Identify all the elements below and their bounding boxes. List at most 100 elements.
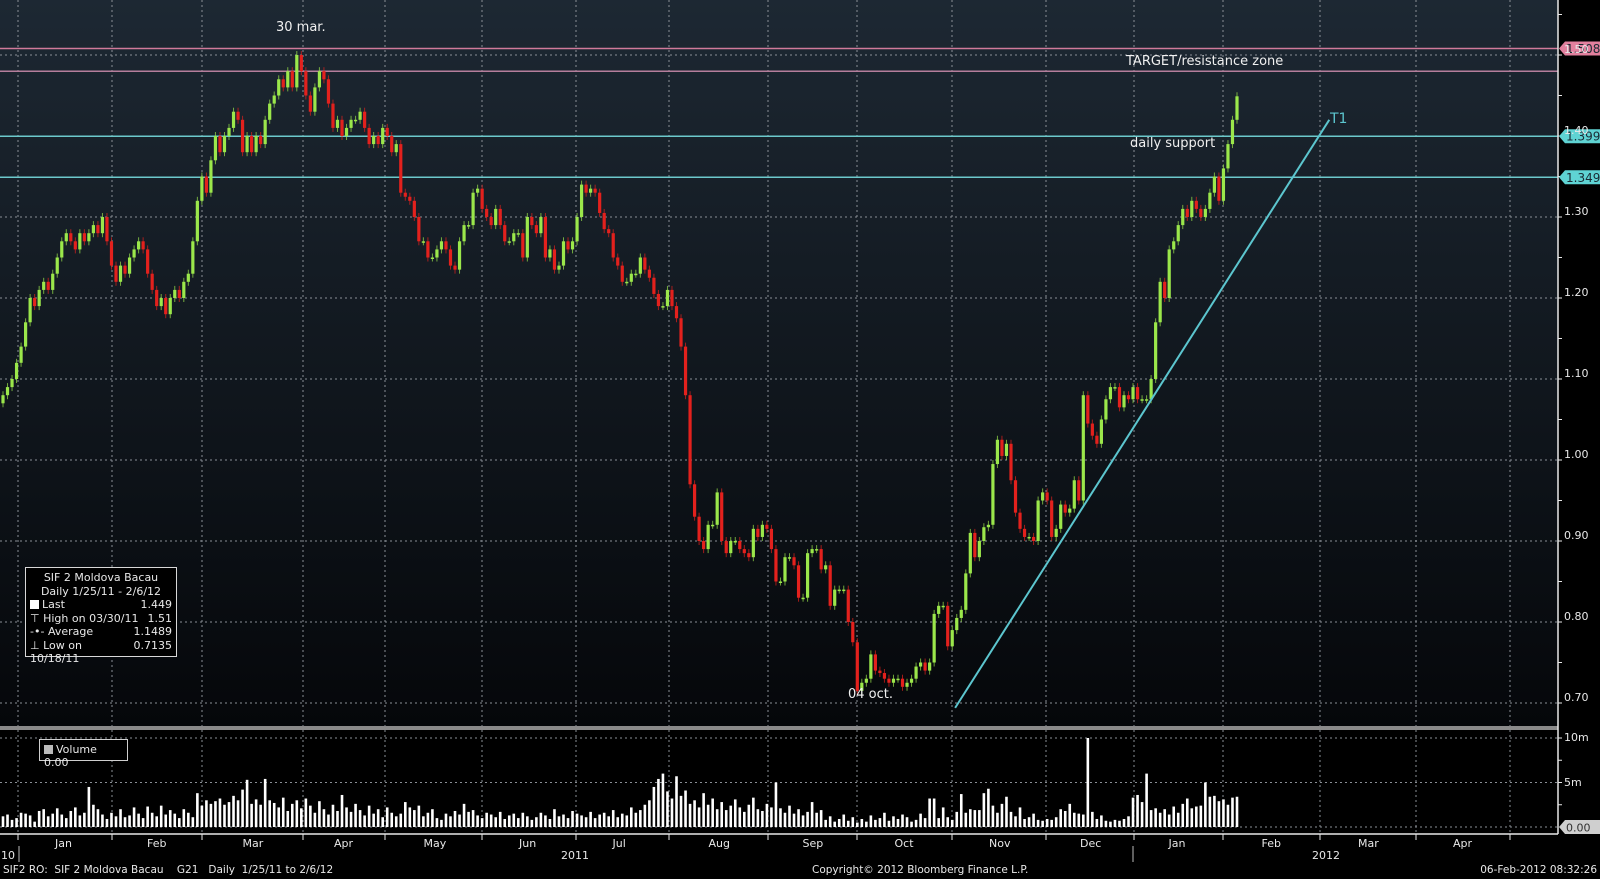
volume-bar — [187, 812, 190, 827]
candle — [213, 136, 218, 161]
x-month-label: Apr — [334, 837, 354, 850]
volume-bar — [865, 821, 868, 827]
volume-bar — [1172, 806, 1176, 827]
volume-bar — [756, 809, 760, 827]
volume-bar — [318, 801, 321, 827]
volume-bar — [1118, 820, 1121, 827]
price-volume-chart[interactable]: 1.5081.39971.3490.00 — [0, 0, 1600, 879]
candle — [55, 257, 59, 274]
volume-bar — [1190, 808, 1194, 827]
candle — [286, 71, 290, 88]
candle — [462, 225, 466, 242]
volume-bar — [566, 818, 570, 827]
volume-bar — [327, 814, 330, 827]
volume-bar — [946, 817, 950, 827]
volume-bar — [1018, 807, 1022, 827]
candle — [503, 225, 507, 242]
candle — [385, 127, 389, 136]
candle — [200, 176, 204, 201]
volume-bar — [227, 802, 231, 827]
legend-title: SIF 2 Moldova Bacau — [43, 571, 159, 584]
y-tick-label: 1.40 — [1564, 124, 1589, 137]
trendline-label: T1 — [1330, 111, 1348, 127]
volume-bar — [290, 803, 294, 827]
volume-bar — [887, 820, 891, 827]
volume-bar — [919, 813, 922, 827]
volume-bar — [1032, 813, 1035, 827]
candle — [222, 136, 227, 153]
volume-bar — [458, 814, 461, 827]
volume-bar — [797, 809, 800, 827]
candle — [471, 192, 475, 226]
volume-bar — [815, 812, 818, 827]
volume-bar — [828, 816, 832, 827]
candle — [331, 103, 335, 128]
candle — [33, 298, 37, 307]
candle — [100, 217, 105, 234]
x-month-label: Jun — [519, 837, 537, 850]
candle — [715, 492, 719, 525]
volume-bar — [1, 816, 5, 827]
volume-bar — [1208, 796, 1212, 827]
volume-bar — [349, 811, 353, 827]
volume-bar — [431, 809, 434, 827]
volume-bar — [883, 812, 886, 827]
candle — [869, 654, 873, 679]
candle — [1140, 399, 1144, 401]
candle — [1054, 528, 1058, 537]
volume-bar — [833, 821, 837, 827]
candle — [887, 678, 891, 683]
legend-row-last: Last 1.449 — [30, 598, 172, 612]
candle — [1027, 536, 1031, 539]
volume-legend[interactable]: Volume 0.00 — [39, 739, 128, 769]
volume-bar — [724, 810, 728, 827]
candle — [182, 281, 186, 298]
volume-bar — [453, 810, 457, 827]
candle — [584, 184, 588, 193]
volume-bar — [634, 812, 638, 827]
volume-bar — [10, 819, 14, 827]
volume-bar — [1005, 796, 1008, 827]
x-month-label: Sep — [802, 837, 824, 850]
volume-bar — [914, 819, 918, 827]
volume-bar — [1072, 812, 1076, 827]
volume-bar — [168, 810, 172, 827]
candle — [729, 541, 733, 554]
volume-bar — [842, 814, 846, 827]
candle — [959, 609, 963, 618]
volume-bar — [1136, 794, 1139, 827]
candle — [909, 678, 914, 683]
candle — [656, 293, 661, 307]
candle — [1036, 500, 1040, 541]
candle — [593, 188, 597, 193]
security-legend[interactable]: SIF 2 Moldova Bacau Daily 1/25/11 - 2/6/… — [25, 567, 177, 665]
candle — [268, 103, 272, 120]
candle — [796, 565, 801, 598]
candle — [634, 273, 638, 276]
candle — [896, 678, 900, 681]
candle — [421, 241, 425, 243]
candle — [64, 233, 68, 242]
volume-bar — [422, 816, 425, 827]
candle — [647, 269, 651, 278]
volume-bar — [24, 813, 27, 827]
volume-bar — [358, 810, 362, 827]
volume-bar — [336, 810, 339, 827]
legend-value: 1.449 — [140, 598, 173, 611]
pane-separator[interactable] — [0, 726, 1558, 730]
volume-bar — [214, 801, 217, 827]
volume-bar — [372, 813, 375, 827]
candle — [480, 188, 484, 209]
volume-bar — [901, 814, 904, 827]
y-tick-label: 0.90 — [1564, 529, 1589, 542]
volume-bar — [661, 773, 665, 827]
candle — [706, 524, 710, 550]
candle — [367, 127, 371, 145]
candle — [986, 524, 990, 528]
candle — [435, 249, 439, 258]
candle — [1050, 500, 1054, 537]
candle — [46, 281, 50, 290]
candle — [376, 136, 380, 145]
candle — [399, 144, 403, 193]
annotation-low-date: 04 oct. — [848, 687, 894, 702]
